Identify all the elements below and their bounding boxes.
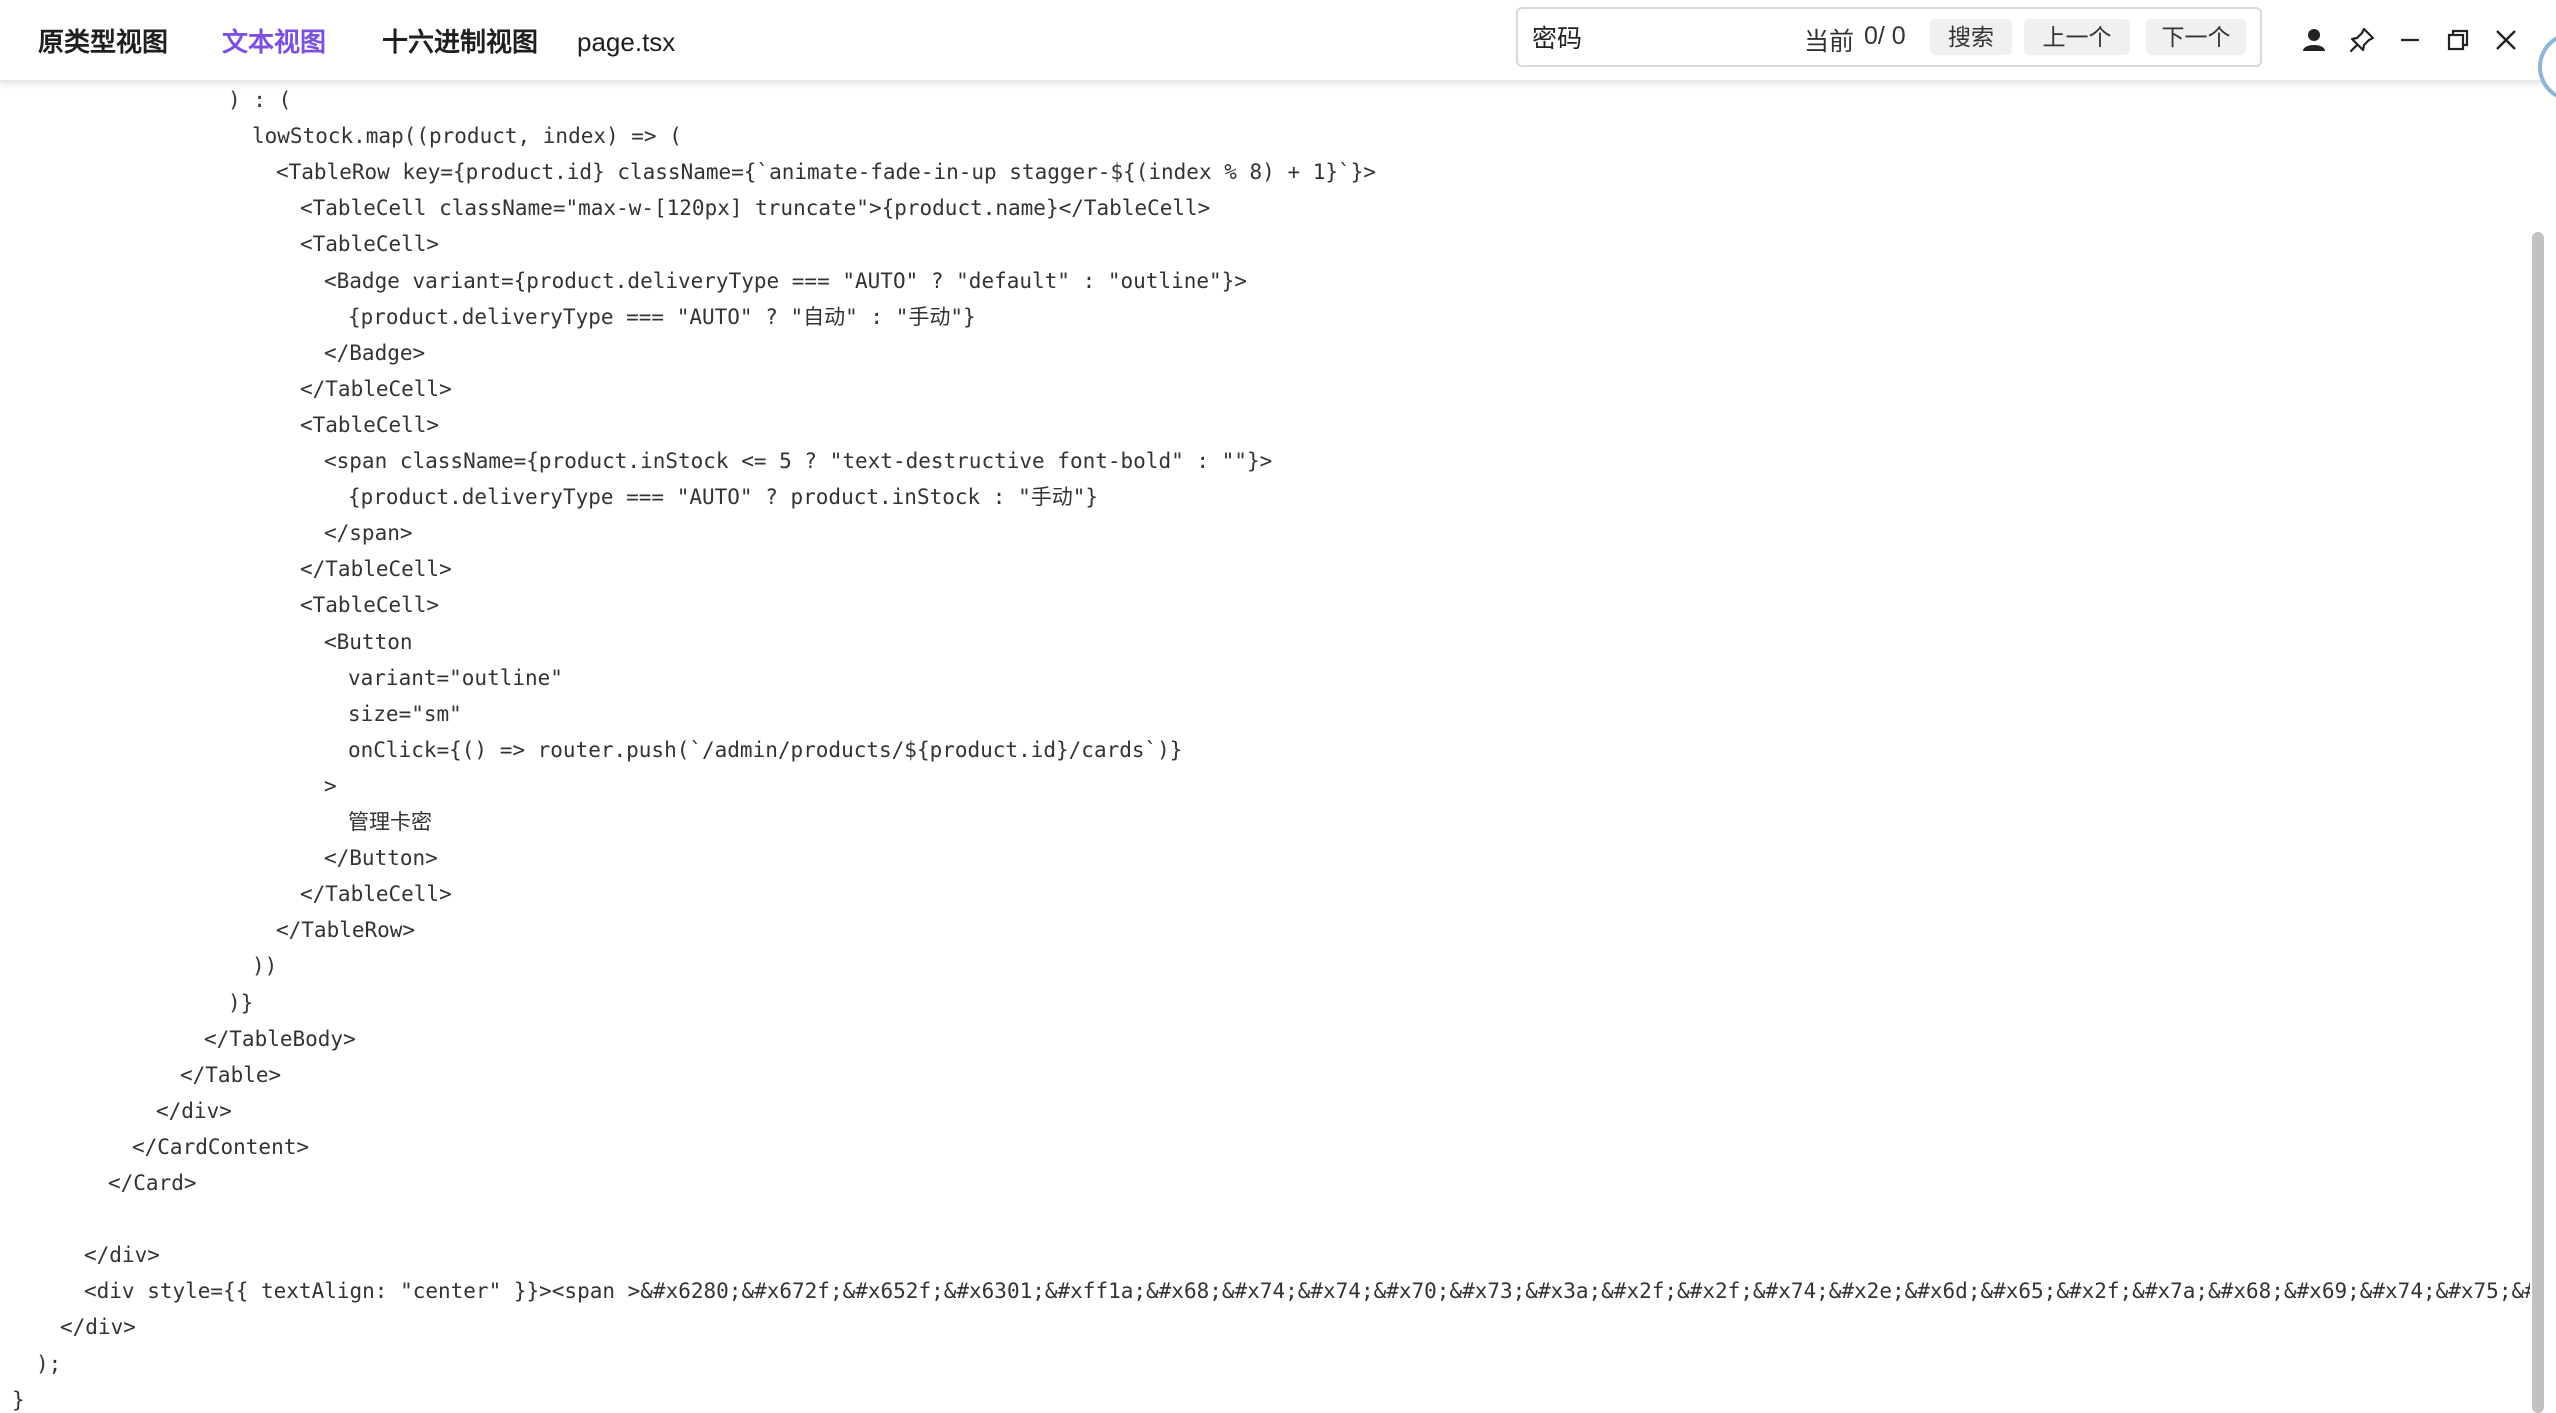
code-line-text: <TableRow key={product.id} className={`a… xyxy=(276,160,1376,185)
code-line: <TableCell className="max-w-[120px] trun… xyxy=(300,190,1210,226)
previous-match-button[interactable]: 上一个 xyxy=(2024,19,2130,55)
code-line: <div style={{ textAlign: "center" }}><sp… xyxy=(84,1273,2530,1309)
code-line: </TableCell> xyxy=(300,551,452,587)
code-line-text: </TableCell> xyxy=(300,882,452,907)
code-line-text: <span className={product.inStock <= 5 ? … xyxy=(324,449,1273,473)
code-line-text: </div> xyxy=(156,1098,232,1123)
code-line: {product.deliveryType === "AUTO" ? "自动" … xyxy=(348,299,976,335)
code-line-text: </Badge> xyxy=(324,340,426,365)
code-line: </div> xyxy=(60,1309,136,1345)
minimize-icon[interactable] xyxy=(2392,22,2428,58)
code-line-text: </span> xyxy=(324,521,413,546)
code-line: </Button> xyxy=(324,840,438,876)
tab-prototype-view[interactable]: 原类型视图 xyxy=(38,22,168,62)
code-line-text: <TableCell> xyxy=(300,412,440,437)
search-button[interactable]: 搜索 xyxy=(1930,19,2012,55)
code-line-text: </div> xyxy=(60,1315,136,1340)
code-line-text: </Card> xyxy=(108,1171,197,1195)
toolbar: 原类型视图 文本视图 十六进制视图 page.tsx 当前 0/ 0 搜索 上一… xyxy=(0,0,2556,82)
code-line: </TableCell> xyxy=(300,371,452,407)
code-line-text: > xyxy=(324,773,337,798)
code-line: )) xyxy=(252,948,277,984)
code-line-text: )} xyxy=(228,990,254,1015)
code-line: </div> xyxy=(156,1093,232,1129)
tab-text-view[interactable]: 文本视图 xyxy=(222,22,326,62)
code-line: </TableCell> xyxy=(300,876,452,912)
tab-hex-view[interactable]: 十六进制视图 xyxy=(382,22,538,62)
code-line: </Card> xyxy=(108,1165,197,1201)
scrollbar-thumb[interactable] xyxy=(2532,232,2544,1413)
code-line-text: </TableRow> xyxy=(276,918,416,943)
code-line-text: <TableCell> xyxy=(300,232,440,257)
code-line: <TableCell> xyxy=(300,587,439,623)
code-line-text: )) xyxy=(252,954,278,979)
match-label: 当前 xyxy=(1804,28,1855,56)
code-line-text: 管理卡密 xyxy=(348,810,432,834)
code-line: {product.deliveryType === "AUTO" ? produ… xyxy=(348,479,1098,515)
match-count: 0/ 0 xyxy=(1864,22,1906,50)
code-line: </TableRow> xyxy=(276,912,415,948)
code-line-text: lowStock.map((product, index) => ( xyxy=(252,124,682,149)
code-line-text: <div style={{ textAlign: "center" }}><sp… xyxy=(84,1279,2530,1304)
restore-icon[interactable] xyxy=(2440,22,2476,58)
code-line-text: <Badge variant={product.deliveryType ===… xyxy=(324,268,1247,293)
code-line: <span className={product.inStock <= 5 ? … xyxy=(324,443,1272,479)
code-line: </CardContent> xyxy=(132,1129,309,1165)
close-icon[interactable] xyxy=(2488,22,2524,58)
code-line: 管理卡密 xyxy=(348,804,432,840)
code-line-text: </Button> xyxy=(324,846,438,871)
user-icon[interactable] xyxy=(2296,22,2332,58)
code-line-text: ) : ( xyxy=(228,88,292,112)
code-line-text: {product.deliveryType === "AUTO" ? produ… xyxy=(348,485,1099,510)
code-line-text: ); xyxy=(36,1351,62,1376)
code-line-text: variant="outline" xyxy=(348,665,563,690)
code-line: </div> xyxy=(84,1237,160,1273)
code-line: > xyxy=(324,768,337,804)
code-line: size="sm" xyxy=(348,696,462,732)
code-line-text: } xyxy=(12,1387,25,1412)
code-line-text: </CardContent> xyxy=(132,1134,310,1159)
search-input[interactable] xyxy=(1532,17,1792,57)
code-line: <TableRow key={product.id} className={`a… xyxy=(276,154,1376,190)
code-line: } xyxy=(12,1382,25,1413)
code-line: </span> xyxy=(324,515,413,551)
code-line: </Badge> xyxy=(324,335,425,371)
next-match-button[interactable]: 下一个 xyxy=(2146,19,2246,55)
code-line-text: </div> xyxy=(84,1243,160,1268)
code-line: variant="outline" xyxy=(348,660,563,696)
code-line: lowStock.map((product, index) => ( xyxy=(252,118,682,154)
code-line: ); xyxy=(36,1346,61,1382)
code-text-area[interactable]: ) : ( lowStock.map((product, index) => ( <… xyxy=(0,80,2530,1413)
code-line-text: {product.deliveryType === "AUTO" ? "自动" … xyxy=(348,304,976,329)
code-line-text: onClick={() => router.push(`/admin/produ… xyxy=(348,737,1183,762)
code-line: <TableCell> xyxy=(300,226,439,262)
file-name-label: page.tsx xyxy=(577,27,676,57)
code-line-text: </Table> xyxy=(180,1062,282,1087)
code-line: <TableCell> xyxy=(300,407,439,443)
code-line-text: size="sm" xyxy=(348,701,462,726)
code-line-text: <TableCell className="max-w-[120px] trun… xyxy=(300,196,1211,221)
code-line: )} xyxy=(228,985,253,1021)
code-line: onClick={() => router.push(`/admin/produ… xyxy=(348,732,1182,768)
code-line-text: <TableCell> xyxy=(300,593,440,618)
code-line: <Badge variant={product.deliveryType ===… xyxy=(324,263,1247,299)
code-line-text: </TableCell> xyxy=(300,557,452,582)
code-line: ) : ( xyxy=(228,82,291,118)
code-line-text: </TableBody> xyxy=(204,1026,356,1051)
text-viewer-window: 原类型视图 文本视图 十六进制视图 page.tsx 当前 0/ 0 搜索 上一… xyxy=(0,0,2556,1413)
code-line: <Button xyxy=(324,624,413,660)
code-line: </TableBody> xyxy=(204,1021,356,1057)
code-line: </Table> xyxy=(180,1057,281,1093)
code-line-text: <Button xyxy=(324,629,413,654)
search-box: 当前 0/ 0 搜索 上一个 下一个 xyxy=(1516,7,2262,67)
code-line-text: </TableCell> xyxy=(300,376,452,401)
pin-icon[interactable] xyxy=(2344,22,2380,58)
